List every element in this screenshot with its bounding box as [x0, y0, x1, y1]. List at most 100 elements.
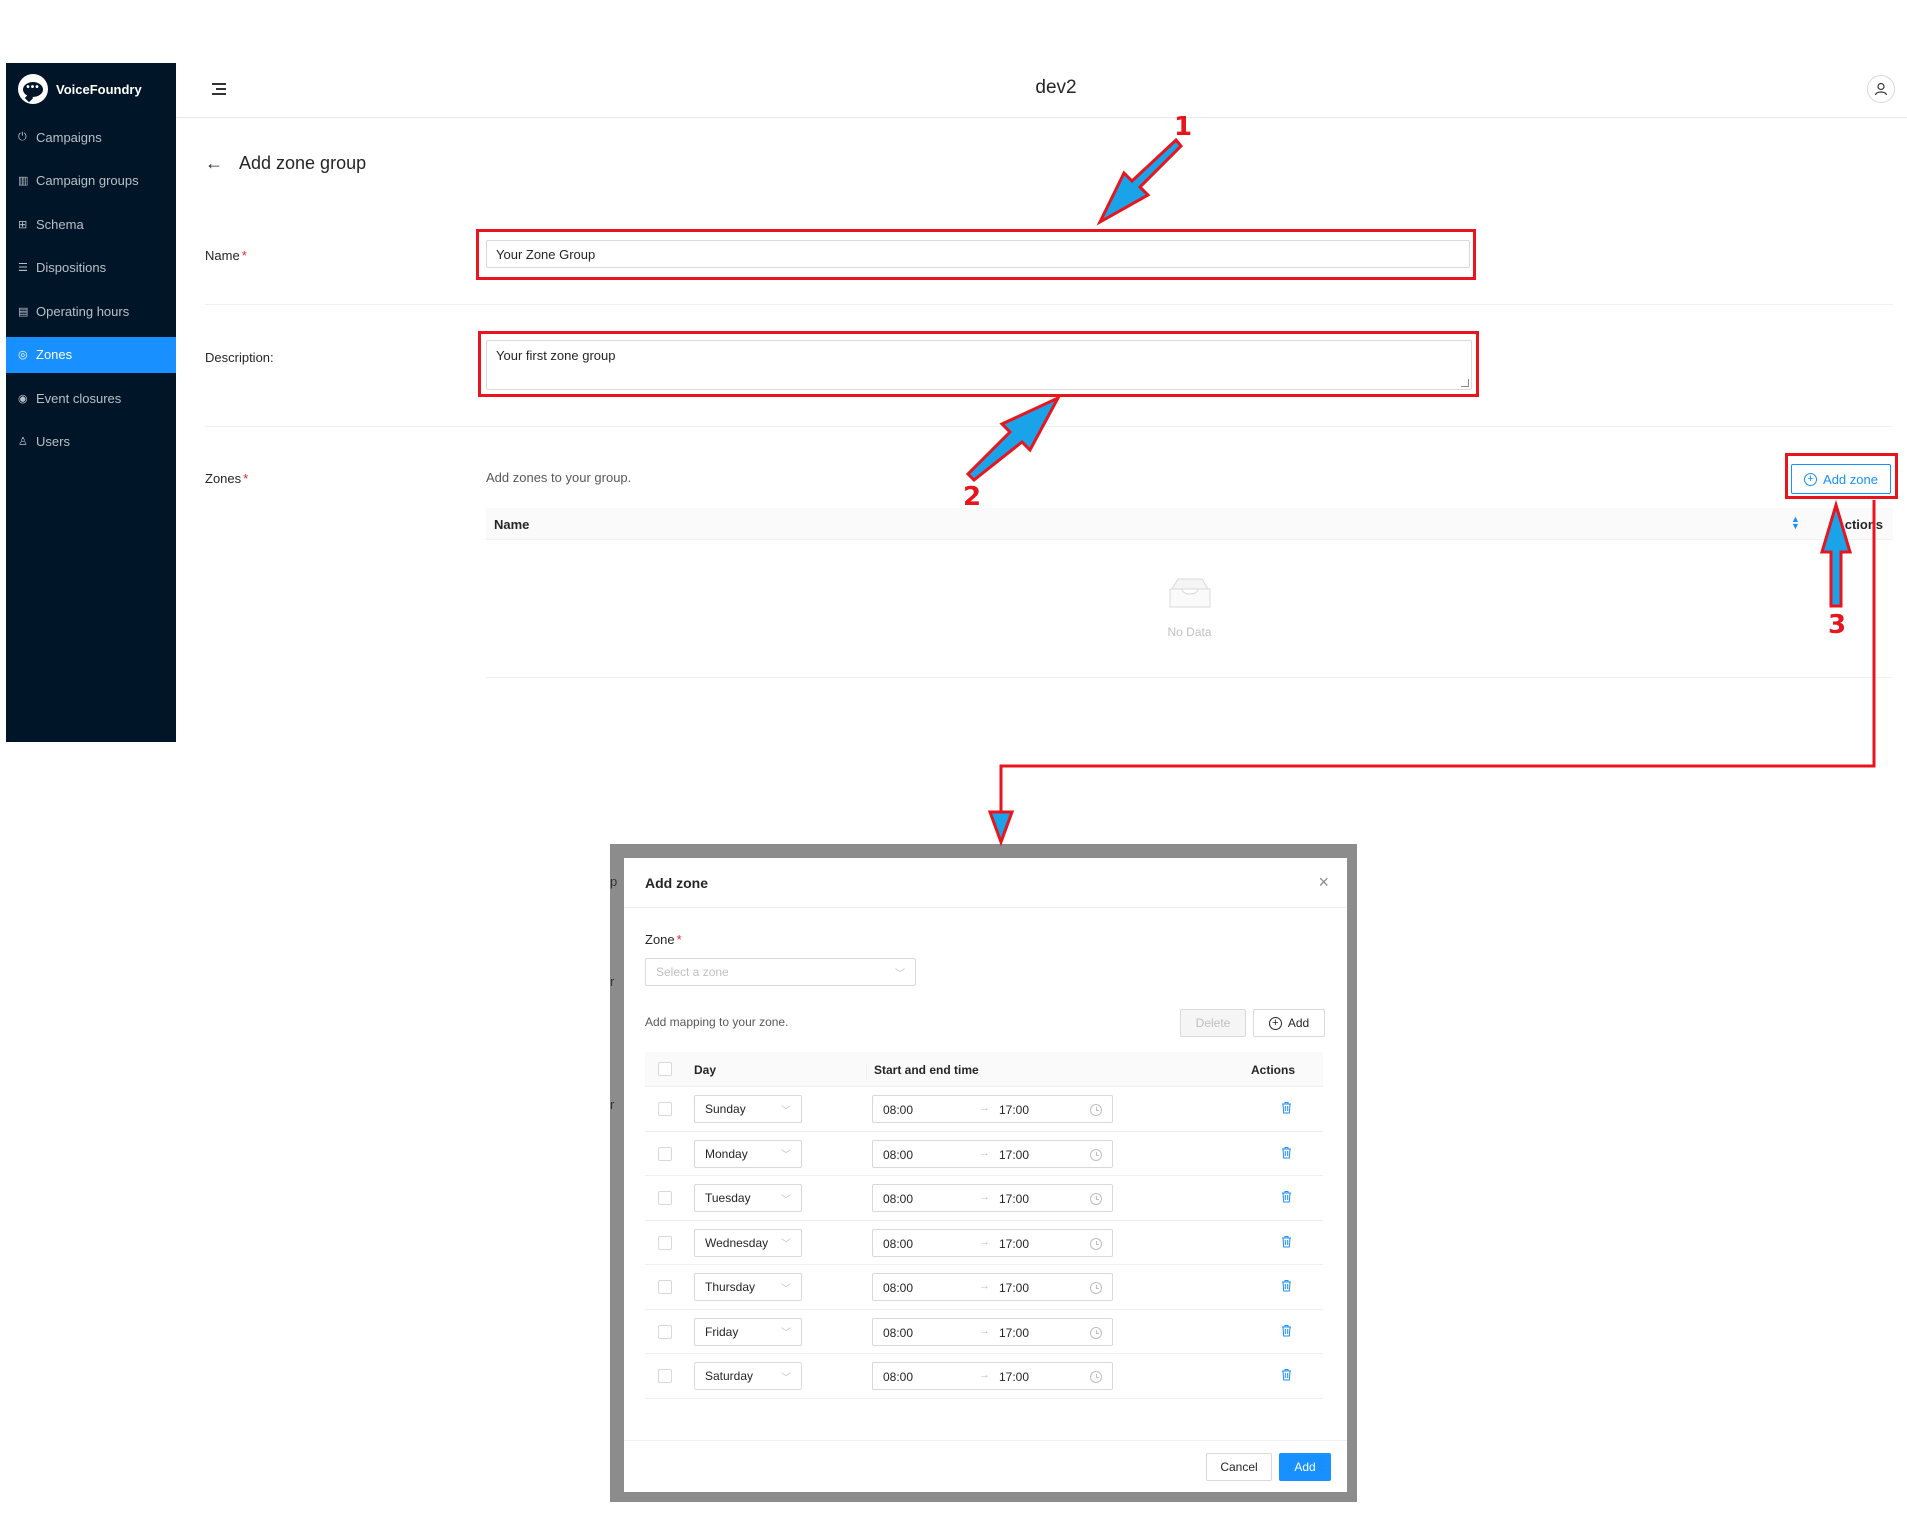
chevron-down-icon: ﹀ — [895, 968, 905, 980]
table-row: Thursday ﹀ 08:00 → 17:00 — [645, 1265, 1323, 1310]
sidebar-item-schema[interactable]: ⊞ Schema — [6, 206, 176, 242]
arrow-right-icon: → — [979, 1235, 990, 1248]
sidebar-item-label: Schema — [36, 216, 84, 232]
column-header-actions: Actions — [1835, 517, 1883, 532]
delete-icon[interactable] — [1281, 1235, 1292, 1248]
empty-text: No Data — [1167, 625, 1212, 639]
row-checkbox[interactable] — [658, 1146, 672, 1161]
cancel-button[interactable]: Cancel — [1206, 1453, 1272, 1481]
sidebar-item-label: Zones — [36, 347, 73, 362]
step-number-2: 2 — [963, 482, 982, 512]
power-icon: ⏻ — [18, 130, 27, 143]
modal-footer: Cancel Add — [624, 1440, 1347, 1492]
chevron-down-icon: ﹀ — [781, 1239, 791, 1250]
list-icon: ☰ — [18, 262, 28, 274]
sidebar-item-label: Campaign groups — [36, 173, 139, 188]
backdrop-text-fragment: p — [610, 874, 618, 889]
close-icon[interactable]: × — [1318, 872, 1329, 893]
column-header-time: Start and end time — [874, 1063, 979, 1077]
table-icon: ⊞ — [18, 218, 28, 231]
time-range-picker[interactable]: 08:00 → 17:00 — [872, 1139, 1113, 1168]
sidebar-item-campaign-groups[interactable]: ▥ Campaign groups — [6, 163, 176, 199]
column-header-actions: Actions — [1251, 1063, 1296, 1077]
page-header: ← Add zone group — [205, 153, 366, 174]
arrow-right-icon: → — [979, 1324, 990, 1337]
sidebar-item-dispositions[interactable]: ☰ Dispositions — [6, 250, 176, 286]
clock-icon — [1090, 1104, 1102, 1116]
table-row: Friday ﹀ 08:00 → 17:00 — [645, 1310, 1323, 1354]
plus-circle-icon: + — [1268, 1016, 1282, 1030]
zones-table-empty: No Data — [486, 540, 1893, 678]
select-all-checkbox[interactable] — [658, 1062, 672, 1076]
chevron-down-icon: ﹀ — [781, 1150, 791, 1161]
sidebar-item-event-closures[interactable]: ◉ Event closures — [6, 380, 176, 416]
day-select[interactable]: Tuesday ﹀ — [694, 1184, 802, 1212]
time-range-picker[interactable]: 08:00 → 17:00 — [872, 1273, 1113, 1301]
delete-icon[interactable] — [1281, 1190, 1292, 1203]
delete-icon[interactable] — [1281, 1101, 1292, 1114]
sidebar-item-zones[interactable]: ◎ Zones — [6, 336, 176, 373]
delete-icon[interactable] — [1281, 1324, 1292, 1337]
environment-title: dev2 — [1035, 77, 1077, 98]
arrow-right-icon: → — [979, 1191, 990, 1203]
delete-icon[interactable] — [1281, 1368, 1292, 1381]
day-select[interactable]: Monday ﹀ — [694, 1139, 802, 1168]
zone-select[interactable]: Select a zone ﹀ — [645, 958, 916, 986]
delete-icon[interactable] — [1281, 1279, 1292, 1292]
row-checkbox[interactable] — [658, 1369, 672, 1383]
chevron-down-icon: ﹀ — [781, 1105, 791, 1117]
clock-icon — [1090, 1237, 1102, 1250]
user-icon: ♙ — [18, 436, 28, 448]
column-header-name[interactable]: Name — [494, 517, 529, 532]
row-checkbox[interactable] — [658, 1324, 672, 1339]
user-account-button[interactable] — [1867, 75, 1895, 103]
delete-mapping-button[interactable]: Delete — [1180, 1009, 1246, 1037]
zones-hint: Add zones to your group. — [486, 470, 632, 485]
time-range-picker[interactable]: 08:00 → 17:00 — [872, 1184, 1113, 1212]
delete-icon[interactable] — [1281, 1146, 1292, 1159]
clock-icon — [1090, 1282, 1102, 1294]
column-separator — [866, 1063, 867, 1080]
target-icon: ◉ — [18, 392, 28, 405]
time-range-picker[interactable]: 08:00 → 17:00 — [872, 1362, 1113, 1390]
table-row: Tuesday ﹀ 08:00 → 17:00 — [645, 1176, 1323, 1221]
highlight-add-zone-button — [1785, 453, 1898, 499]
day-select[interactable]: Saturday ﹀ — [694, 1362, 802, 1390]
brand-logo[interactable]: ••• VoiceFoundry — [18, 73, 142, 105]
add-mapping-button[interactable]: + Add — [1253, 1009, 1325, 1037]
column-header-day: Day — [694, 1063, 717, 1077]
row-checkbox[interactable] — [658, 1102, 672, 1116]
day-select[interactable]: Sunday ﹀ — [694, 1095, 802, 1123]
sort-icon[interactable]: ▲ ▼ — [1791, 515, 1800, 531]
time-range-picker[interactable]: 08:00 → 17:00 — [872, 1317, 1113, 1346]
arrow-right-icon: → — [979, 1280, 990, 1292]
time-range-picker[interactable]: 08:00 → 17:00 — [872, 1095, 1113, 1123]
back-arrow-icon[interactable]: ← — [205, 153, 223, 174]
row-checkbox[interactable] — [658, 1235, 672, 1250]
time-range-picker[interactable]: 08:00 → 17:00 — [872, 1228, 1113, 1257]
add-zone-modal: Add zone × Zone * Select a zone ﹀ Add map… — [624, 858, 1347, 1492]
sidebar-item-operating-hours[interactable]: ▤ Operating hours — [6, 293, 176, 329]
row-checkbox[interactable] — [658, 1191, 672, 1205]
arrow-right-icon: → — [979, 1102, 990, 1114]
zones-label: Zones * — [205, 471, 249, 486]
step-number-3: 3 — [1828, 610, 1847, 640]
mapping-table: Day Start and end time Actions Sunday ﹀ 0… — [645, 1052, 1323, 1399]
modal-header: Add zone × — [624, 858, 1347, 908]
sidebar-item-users[interactable]: ♙ Users — [6, 424, 176, 460]
sidebar-item-campaigns[interactable]: ⏻ Campaigns — [6, 119, 176, 155]
modal-title: Add zone — [645, 875, 708, 891]
day-select[interactable]: Wednesday ﹀ — [694, 1228, 802, 1257]
row-checkbox[interactable] — [658, 1280, 672, 1294]
submit-add-button[interactable]: Add — [1279, 1453, 1331, 1481]
chevron-down-icon: ﹀ — [781, 1283, 791, 1295]
day-select[interactable]: Friday ﹀ — [694, 1317, 802, 1346]
brand-name: VoiceFoundry — [56, 81, 142, 97]
campaign-groups-icon: ▥ — [18, 175, 29, 187]
zone-label: Zone * — [645, 932, 682, 947]
arrow-right-icon: → — [979, 1146, 990, 1159]
table-row: Wednesday ﹀ 08:00 → 17:00 — [645, 1221, 1323, 1265]
day-select[interactable]: Thursday ﹀ — [694, 1273, 802, 1301]
step-number-1: 1 — [1174, 112, 1193, 142]
chevron-down-icon: ﹀ — [781, 1328, 791, 1339]
